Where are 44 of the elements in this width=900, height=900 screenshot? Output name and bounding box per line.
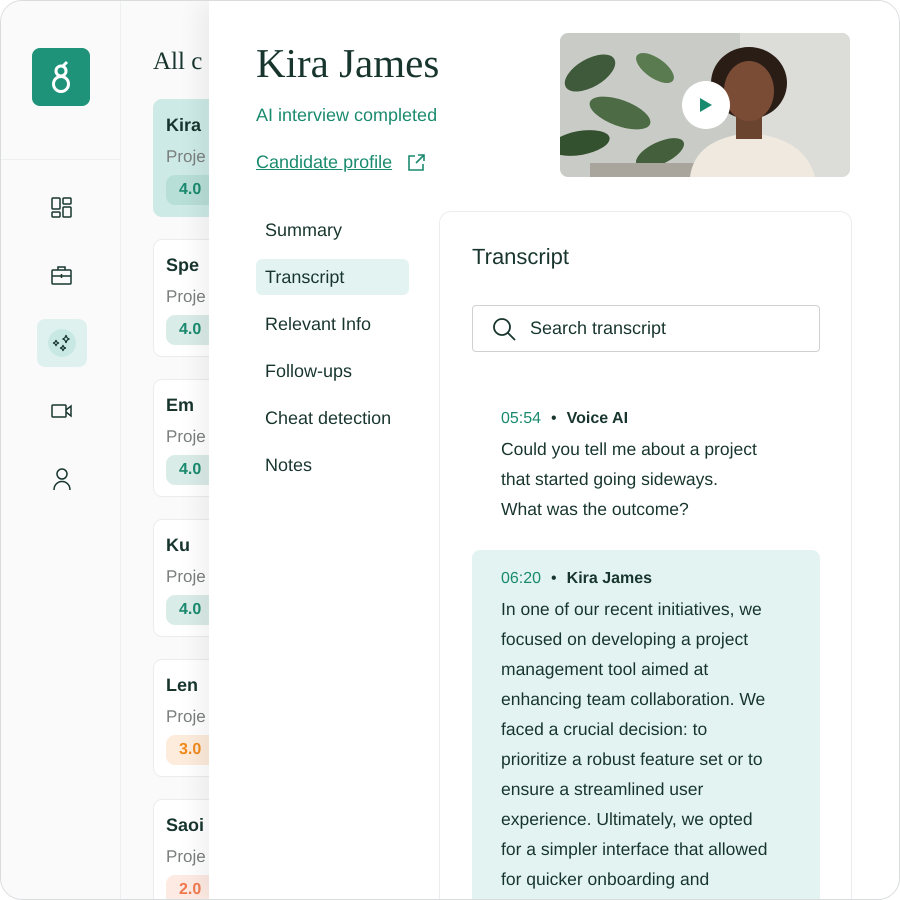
candidate-subtitle: Proje (166, 566, 207, 588)
speaker-name: Voice AI (566, 409, 628, 429)
section-tab[interactable]: Summary (256, 212, 409, 248)
candidate-card[interactable]: Em Proje 4.0 (153, 379, 209, 497)
candidate-card[interactable]: Saoi Proje 2.0 (153, 799, 209, 899)
score-badge: 4.0 (166, 315, 209, 345)
panel-title: Transcript (472, 245, 570, 269)
separator: • (551, 409, 557, 429)
candidate-name: Spe (166, 254, 200, 277)
list-heading: All c (153, 47, 204, 77)
candidate-card[interactable]: Ku Proje 4.0 (153, 519, 209, 637)
search-field[interactable]: Search transcript (472, 305, 820, 352)
section-tab[interactable]: Transcript (256, 259, 409, 295)
candidate-subtitle: Proje (166, 426, 207, 448)
candidate-name: Ku (166, 534, 191, 557)
score-badge: 3.0 (166, 735, 209, 765)
candidate-subtitle: Proje (166, 706, 207, 728)
transcript-text: In one of our recent initiatives, we focused on developing a project management tool aimed at enhancing team collaboration. We faced a crucial decision: to prioritize a robust feature set or to ensure a streamlined user experience. Ultimately, we opted for a simpler interface that allowed for quicker onboarding and (501, 598, 769, 891)
profile-link[interactable]: Candidate profile (256, 150, 392, 174)
interview-status: AI interview completed (256, 104, 438, 127)
section-tab[interactable]: Relevant Info (256, 306, 409, 342)
candidate-subtitle: Proje (166, 146, 207, 168)
candidate-name: Kira (166, 114, 202, 137)
section-tab[interactable]: Notes (256, 447, 409, 483)
score-badge: 4.0 (166, 595, 209, 625)
candidate-name: Len (166, 674, 200, 697)
transcript-text: Could you tell me about a project that started going sideways. What was the outcome? (501, 438, 758, 521)
candidate-card[interactable]: Kira Proje 4.0 (153, 99, 209, 217)
timestamp[interactable]: 05:54 (501, 408, 542, 430)
section-tab[interactable]: Cheat detection (256, 400, 409, 436)
section-tab[interactable]: Follow-ups (256, 353, 409, 389)
candidate-card[interactable]: Len Proje 3.0 (153, 659, 209, 777)
candidate-name: Saoi (166, 814, 206, 837)
candidate-subtitle: Proje (166, 286, 207, 308)
score-badge: 4.0 (166, 455, 209, 485)
candidate-card[interactable]: Spe Proje 4.0 (153, 239, 209, 357)
separator: • (551, 569, 557, 589)
speaker-name: Kira James (566, 569, 652, 589)
candidate-subtitle: Proje (166, 846, 207, 868)
timestamp[interactable]: 06:20 (501, 568, 542, 590)
score-badge: 2.0 (166, 875, 209, 899)
candidate-name: Kira James (256, 39, 440, 88)
candidate-name: Em (166, 394, 196, 417)
score-badge: 4.0 (166, 175, 209, 205)
